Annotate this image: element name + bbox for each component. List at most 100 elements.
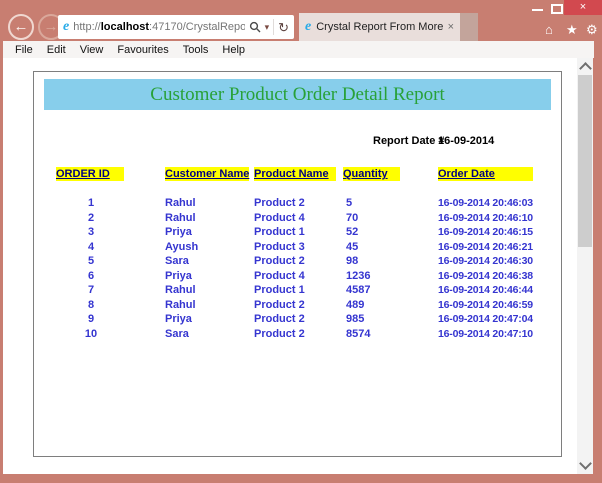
cell-customer: Rahul (165, 284, 196, 296)
menu-help[interactable]: Help (222, 44, 245, 56)
cell-order-id: 1 (87, 197, 95, 209)
report-container: Customer Product Order Detail Report Rep… (33, 71, 562, 457)
cell-product: Product 1 (254, 284, 305, 296)
cell-customer: Ayush (165, 241, 199, 253)
cell-order-date: 16-09-2014 20:46:30 (438, 255, 533, 267)
search-icon[interactable] (249, 21, 261, 33)
column-header-customer-name: Customer Name (165, 167, 250, 181)
cell-product: Product 4 (254, 270, 305, 282)
cell-customer: Rahul (165, 197, 196, 209)
cell-order-id: 6 (87, 270, 95, 282)
favorites-star-icon[interactable]: ★ (566, 23, 578, 37)
table-row: 9 Priya Product 2 985 16-09-2014 20:47:0… (34, 312, 561, 326)
cell-customer: Rahul (165, 299, 196, 311)
scroll-down-icon[interactable] (579, 457, 592, 470)
new-tab-button[interactable] (460, 13, 478, 41)
maximize-button[interactable] (551, 4, 563, 14)
divider (273, 19, 275, 35)
cell-product: Product 1 (254, 226, 305, 238)
cell-customer: Sara (165, 255, 189, 267)
cell-quantity: 489 (346, 299, 365, 311)
settings-gear-icon[interactable]: ⚙ (586, 23, 598, 37)
cell-order-date: 16-09-2014 20:47:10 (438, 328, 533, 340)
close-window-button[interactable]: × (564, 0, 602, 15)
tab-title: Crystal Report From More T... (316, 21, 443, 33)
cell-order-date: 16-09-2014 20:46:03 (438, 197, 533, 209)
table-row: 2 Rahul Product 4 70 16-09-2014 20:46:10 (34, 211, 561, 225)
cell-order-date: 16-09-2014 20:46:15 (438, 226, 533, 238)
cell-order-id: 8 (87, 299, 95, 311)
url-host: localhost (100, 21, 150, 33)
url-scheme: http:// (73, 21, 101, 33)
dropdown-icon[interactable]: ▾ (265, 22, 270, 33)
scrollbar-thumb[interactable] (578, 75, 592, 247)
table-row: 7 Rahul Product 1 4587 16-09-2014 20:46:… (34, 283, 561, 297)
cell-order-id: 10 (84, 328, 98, 340)
cell-product: Product 2 (254, 197, 305, 209)
cell-quantity: 1236 (346, 270, 371, 282)
menu-edit[interactable]: Edit (47, 44, 66, 56)
cell-product: Product 2 (254, 255, 305, 267)
cell-quantity: 70 (346, 212, 359, 224)
cell-quantity: 985 (346, 313, 365, 325)
table-row: 10 Sara Product 2 8574 16-09-2014 20:47:… (34, 327, 561, 341)
tab-close-icon[interactable]: × (448, 21, 454, 33)
cell-product: Product 4 (254, 212, 305, 224)
table-row: 5 Sara Product 2 98 16-09-2014 20:46:30 (34, 254, 561, 268)
cell-quantity: 4587 (346, 284, 371, 296)
cell-order-date: 16-09-2014 20:46:10 (438, 212, 533, 224)
table-row: 6 Priya Product 4 1236 16-09-2014 20:46:… (34, 269, 561, 283)
cell-order-date: 16-09-2014 20:47:04 (438, 313, 533, 325)
browser-tab[interactable]: e Crystal Report From More T... × (299, 13, 460, 41)
menu-favourites[interactable]: Favourites (117, 44, 168, 56)
close-icon: × (579, 1, 587, 13)
cell-customer: Priya (165, 270, 192, 282)
cell-quantity: 5 (346, 197, 353, 209)
cell-order-id: 7 (87, 284, 95, 296)
cell-quantity: 98 (346, 255, 359, 267)
forward-icon: → (43, 18, 59, 35)
cell-order-id: 4 (87, 241, 95, 253)
address-bar[interactable]: e http://localhost:47170/CrystalReportFr… (58, 15, 294, 39)
column-header-quantity: Quantity (343, 167, 400, 181)
cell-product: Product 2 (254, 313, 305, 325)
menu-bar: File Edit View Favourites Tools Help (3, 41, 594, 58)
cell-customer: Sara (165, 328, 189, 340)
column-header-product-name: Product Name (254, 167, 336, 181)
scroll-up-icon[interactable] (579, 62, 592, 75)
menu-tools[interactable]: Tools (183, 44, 209, 56)
cell-customer: Rahul (165, 212, 196, 224)
report-title: Customer Product Order Detail Report (150, 84, 445, 105)
cell-product: Product 2 (254, 328, 305, 340)
ie-logo-icon: e (63, 19, 70, 34)
address-bar-icons: ▾ ↻ (249, 19, 289, 35)
cell-product: Product 3 (254, 241, 305, 253)
page-content: Customer Product Order Detail Report Rep… (3, 58, 577, 474)
report-date-label: Report Date # (373, 135, 445, 147)
minimize-button[interactable] (532, 9, 543, 11)
column-header-order-id: ORDER ID (56, 167, 124, 181)
url-text: http://localhost:47170/CrystalReportFrom… (73, 21, 244, 33)
report-title-banner: Customer Product Order Detail Report (44, 79, 551, 110)
cell-quantity: 52 (346, 226, 359, 238)
vertical-scrollbar[interactable] (577, 58, 593, 474)
cell-quantity: 45 (346, 241, 359, 253)
cell-order-id: 3 (87, 226, 95, 238)
cell-customer: Priya (165, 226, 192, 238)
cell-order-id: 9 (87, 313, 95, 325)
tab-ie-icon: e (305, 19, 312, 34)
menu-file[interactable]: File (15, 44, 33, 56)
cell-order-date: 16-09-2014 20:46:38 (438, 270, 533, 282)
home-icon[interactable]: ⌂ (545, 23, 553, 37)
table-row: 4 Ayush Product 3 45 16-09-2014 20:46:21 (34, 240, 561, 254)
cell-order-date: 16-09-2014 20:46:59 (438, 299, 533, 311)
cell-order-date: 16-09-2014 20:46:44 (438, 284, 533, 296)
table-row: 8 Rahul Product 2 489 16-09-2014 20:46:5… (34, 298, 561, 312)
refresh-icon[interactable]: ↻ (278, 21, 289, 34)
back-button[interactable]: ← (8, 14, 34, 40)
menu-view[interactable]: View (80, 44, 104, 56)
browser-window: × ← → e http://localhost:47170/CrystalRe… (0, 0, 602, 483)
cell-quantity: 8574 (346, 328, 371, 340)
cell-order-id: 5 (87, 255, 95, 267)
url-path: :47170/CrystalReportFromM (149, 21, 245, 33)
